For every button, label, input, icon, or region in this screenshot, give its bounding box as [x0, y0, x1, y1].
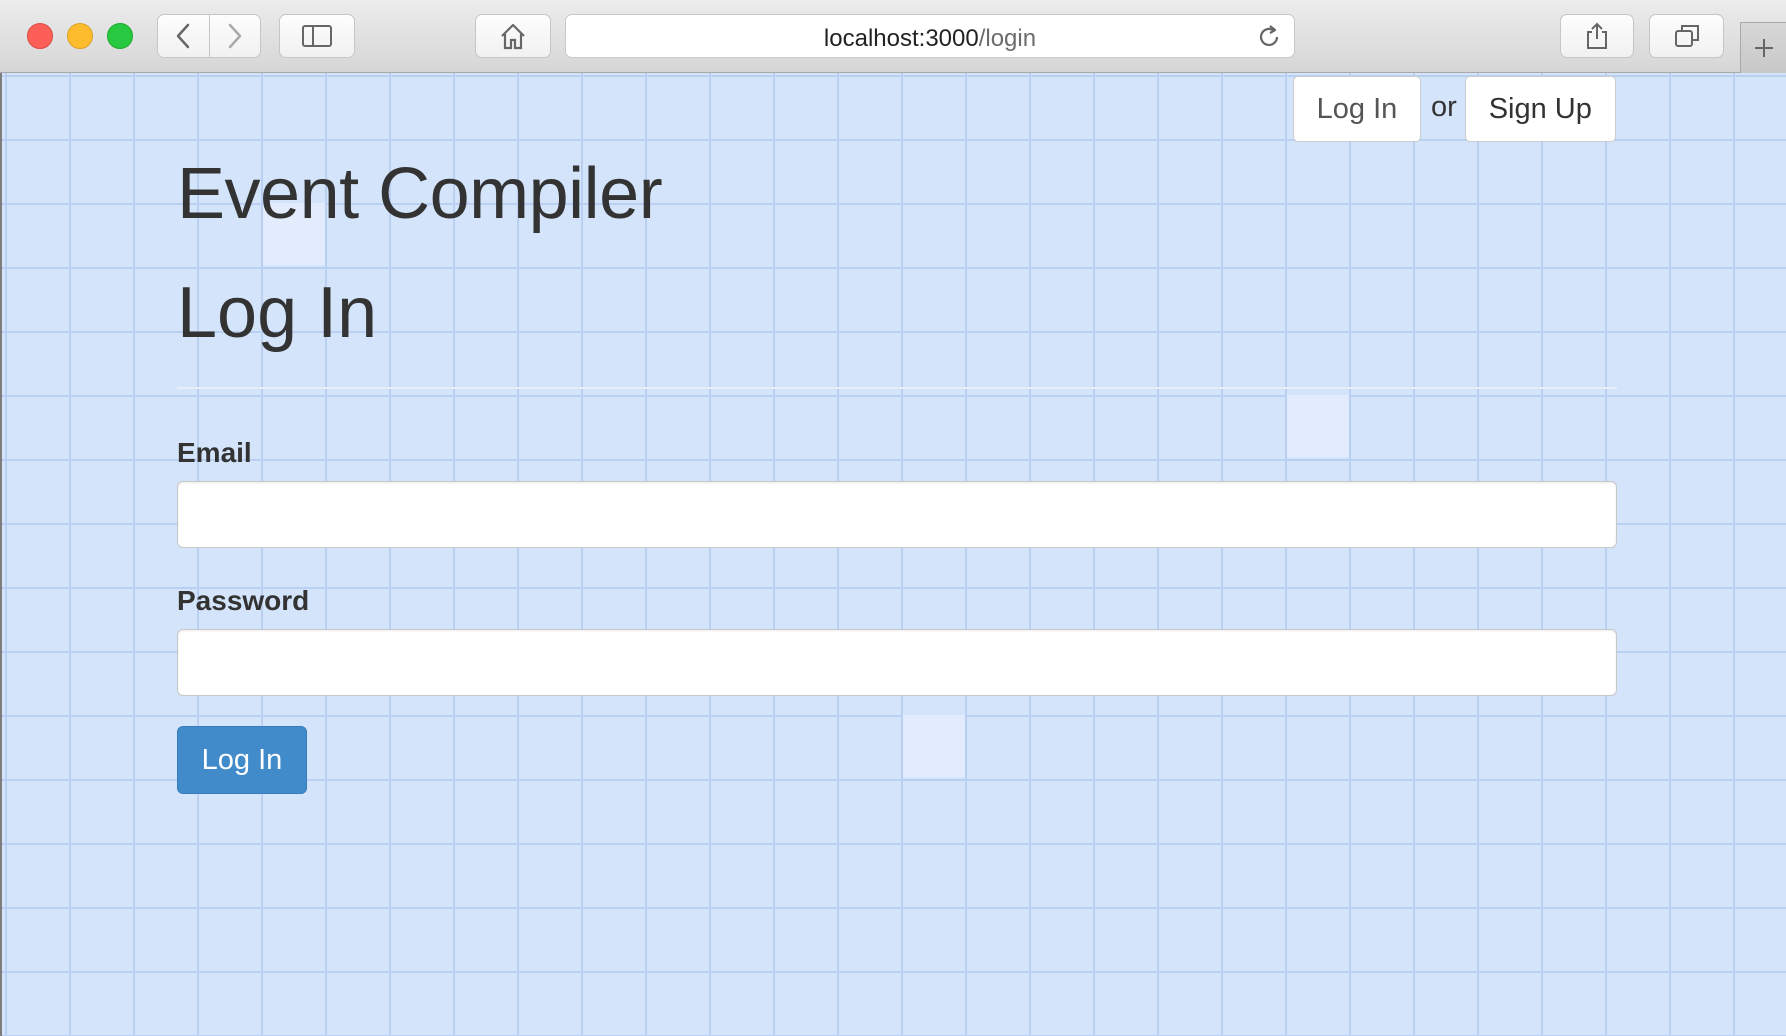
new-tab-button[interactable] [1740, 22, 1786, 73]
divider [177, 387, 1617, 389]
sidebar-icon [302, 25, 332, 47]
home-button[interactable] [475, 14, 551, 58]
nav-or-text: or [1431, 90, 1457, 123]
browser-window: localhost:3000/login Log In or Sign Up E… [0, 0, 1786, 1036]
nav-signup-button[interactable]: Sign Up [1464, 76, 1616, 142]
maximize-window-button[interactable] [107, 23, 133, 49]
background-tile [903, 715, 965, 777]
chevron-right-icon [228, 23, 241, 49]
url-text: localhost:3000/login [566, 25, 1294, 53]
email-field[interactable] [177, 481, 1617, 548]
password-field[interactable] [177, 629, 1617, 696]
share-icon [1587, 22, 1607, 49]
address-bar[interactable]: localhost:3000/login [565, 14, 1295, 58]
reload-button[interactable] [1256, 24, 1282, 55]
email-label: Email [177, 437, 252, 468]
share-button[interactable] [1560, 14, 1634, 58]
password-label: Password [177, 585, 310, 616]
login-submit-button[interactable]: Log In [177, 726, 307, 794]
tabs-icon [1674, 25, 1699, 47]
close-window-button[interactable] [27, 23, 53, 49]
browser-toolbar: localhost:3000/login [0, 0, 1786, 73]
minimize-window-button[interactable] [67, 23, 93, 49]
page-viewport: Log In or Sign Up Event Compiler Log In … [0, 73, 1786, 1036]
forward-button[interactable] [208, 15, 261, 57]
app-title: Event Compiler [177, 154, 663, 234]
home-icon [501, 23, 525, 50]
page-title: Log In [177, 273, 378, 353]
back-button[interactable] [158, 15, 209, 57]
background-tile [1287, 395, 1349, 457]
nav-login-button[interactable]: Log In [1293, 76, 1421, 142]
reload-icon [1259, 25, 1279, 46]
chevron-left-icon [177, 23, 190, 49]
sidebar-button[interactable] [279, 14, 355, 58]
plus-icon [1754, 39, 1773, 57]
history-nav [157, 14, 261, 58]
url-path: /login [978, 25, 1037, 52]
url-host: localhost:3000 [823, 25, 979, 52]
show-tabs-button[interactable] [1649, 14, 1724, 58]
auth-nav: Log In or Sign Up [1293, 76, 1616, 142]
